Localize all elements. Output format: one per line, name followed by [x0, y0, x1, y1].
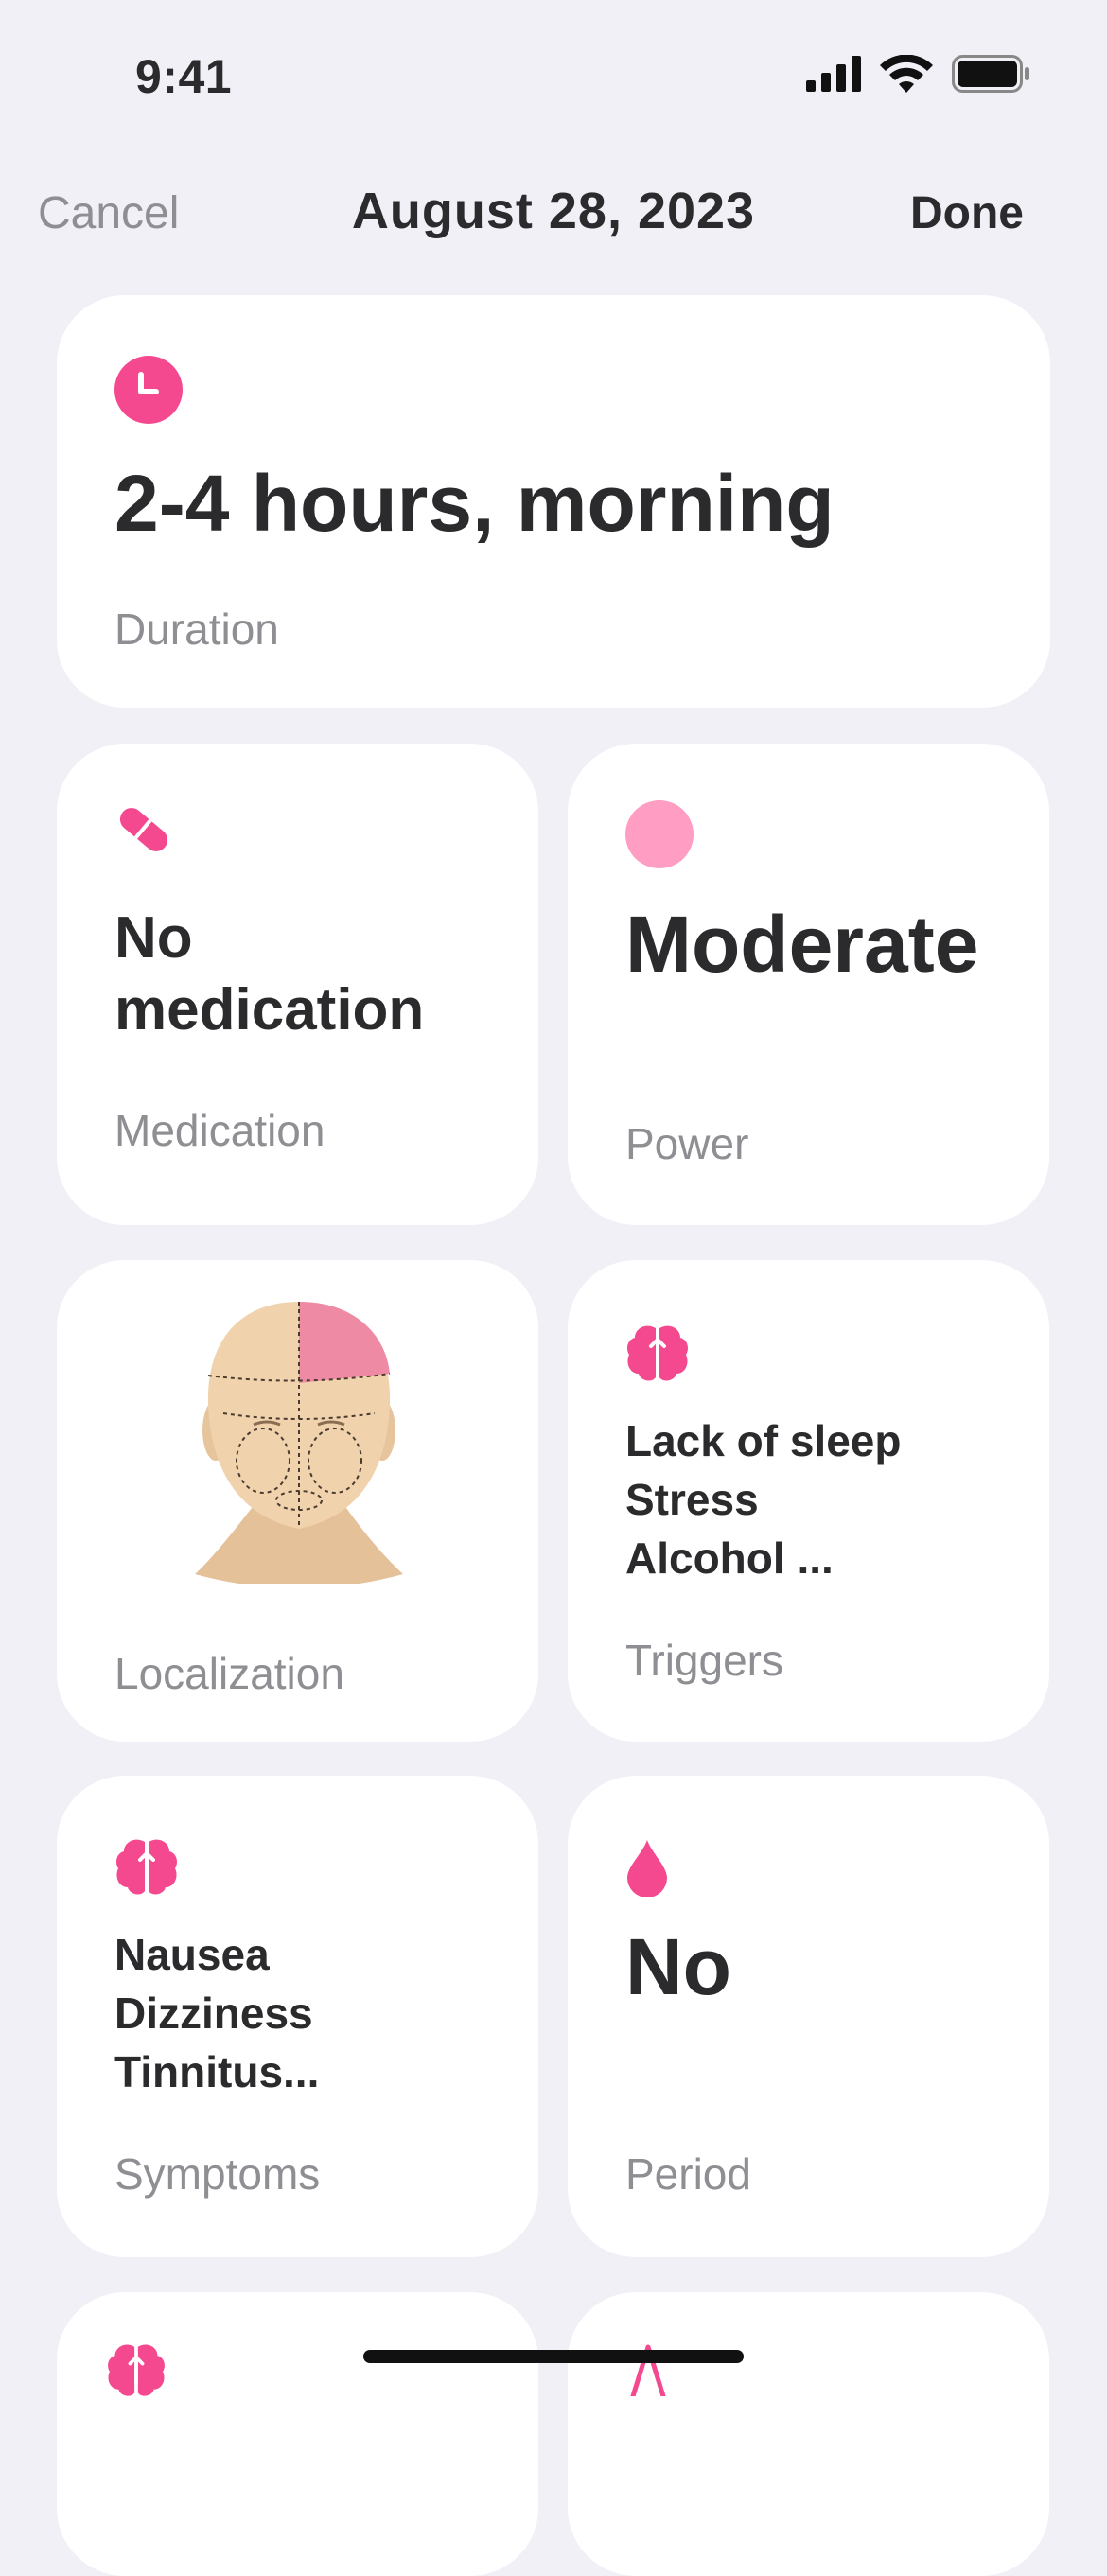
symptoms-card[interactable]: Nausea Dizziness Tinnitus... Symptoms — [57, 1776, 538, 2257]
period-card[interactable]: No Period — [568, 1776, 1049, 2257]
triggers-card[interactable]: Lack of sleep Stress Alcohol ... Trigger… — [568, 1260, 1049, 1742]
triggers-label: Triggers — [625, 1636, 783, 1685]
duration-card[interactable]: 2-4 hours, morning Duration — [57, 295, 1050, 708]
symptoms-label: Symptoms — [114, 2149, 321, 2199]
symptom-item: Nausea — [114, 1930, 270, 1979]
brain-icon — [627, 1325, 688, 1381]
medication-value-line2: medication — [114, 977, 425, 1043]
nav-bar: Cancel August 28, 2023 Done — [0, 170, 1107, 255]
triggers-list: Lack of sleep Stress Alcohol ... — [625, 1411, 901, 1587]
status-time: 9:41 — [135, 50, 233, 103]
arrow-up-icon — [630, 2344, 666, 2396]
brain-icon — [116, 1839, 177, 1895]
trigger-item: Stress — [625, 1475, 759, 1524]
done-button[interactable]: Done — [910, 187, 1024, 239]
brain-icon — [108, 2344, 165, 2396]
symptom-item: Tinnitus... — [114, 2047, 320, 2096]
medication-value: No medication — [114, 902, 424, 1046]
medication-card[interactable]: No medication Medication — [57, 744, 538, 1225]
period-label: Period — [625, 2149, 751, 2199]
trigger-item: Lack of sleep — [625, 1416, 902, 1465]
partial-card-right[interactable] — [568, 2292, 1049, 2576]
period-value: No — [625, 1922, 731, 2011]
wifi-icon — [880, 55, 933, 93]
medication-label: Medication — [114, 1106, 325, 1155]
power-value: Moderate — [625, 900, 979, 989]
duration-label: Duration — [114, 605, 279, 654]
trigger-item: Alcohol ... — [625, 1533, 834, 1583]
signal-icon — [806, 56, 861, 92]
drop-icon — [627, 1840, 667, 1897]
home-indicator[interactable] — [363, 2350, 744, 2363]
localization-label: Localization — [114, 1649, 344, 1698]
medication-value-line1: No — [114, 905, 193, 971]
power-label: Power — [625, 1119, 749, 1168]
power-card[interactable]: Moderate Power — [568, 744, 1049, 1225]
pill-icon — [119, 808, 168, 851]
head-illustration — [195, 1302, 403, 1584]
circle-icon — [625, 800, 694, 868]
localization-card[interactable]: Localization — [57, 1260, 538, 1742]
status-bar: 9:41 — [0, 0, 1107, 142]
partial-card-left[interactable] — [57, 2292, 538, 2576]
symptom-item: Dizziness — [114, 1989, 313, 2038]
duration-value: 2-4 hours, morning — [114, 459, 835, 548]
symptoms-list: Nausea Dizziness Tinnitus... — [114, 1925, 319, 2101]
clock-icon — [114, 356, 183, 424]
battery-icon — [952, 55, 1029, 93]
